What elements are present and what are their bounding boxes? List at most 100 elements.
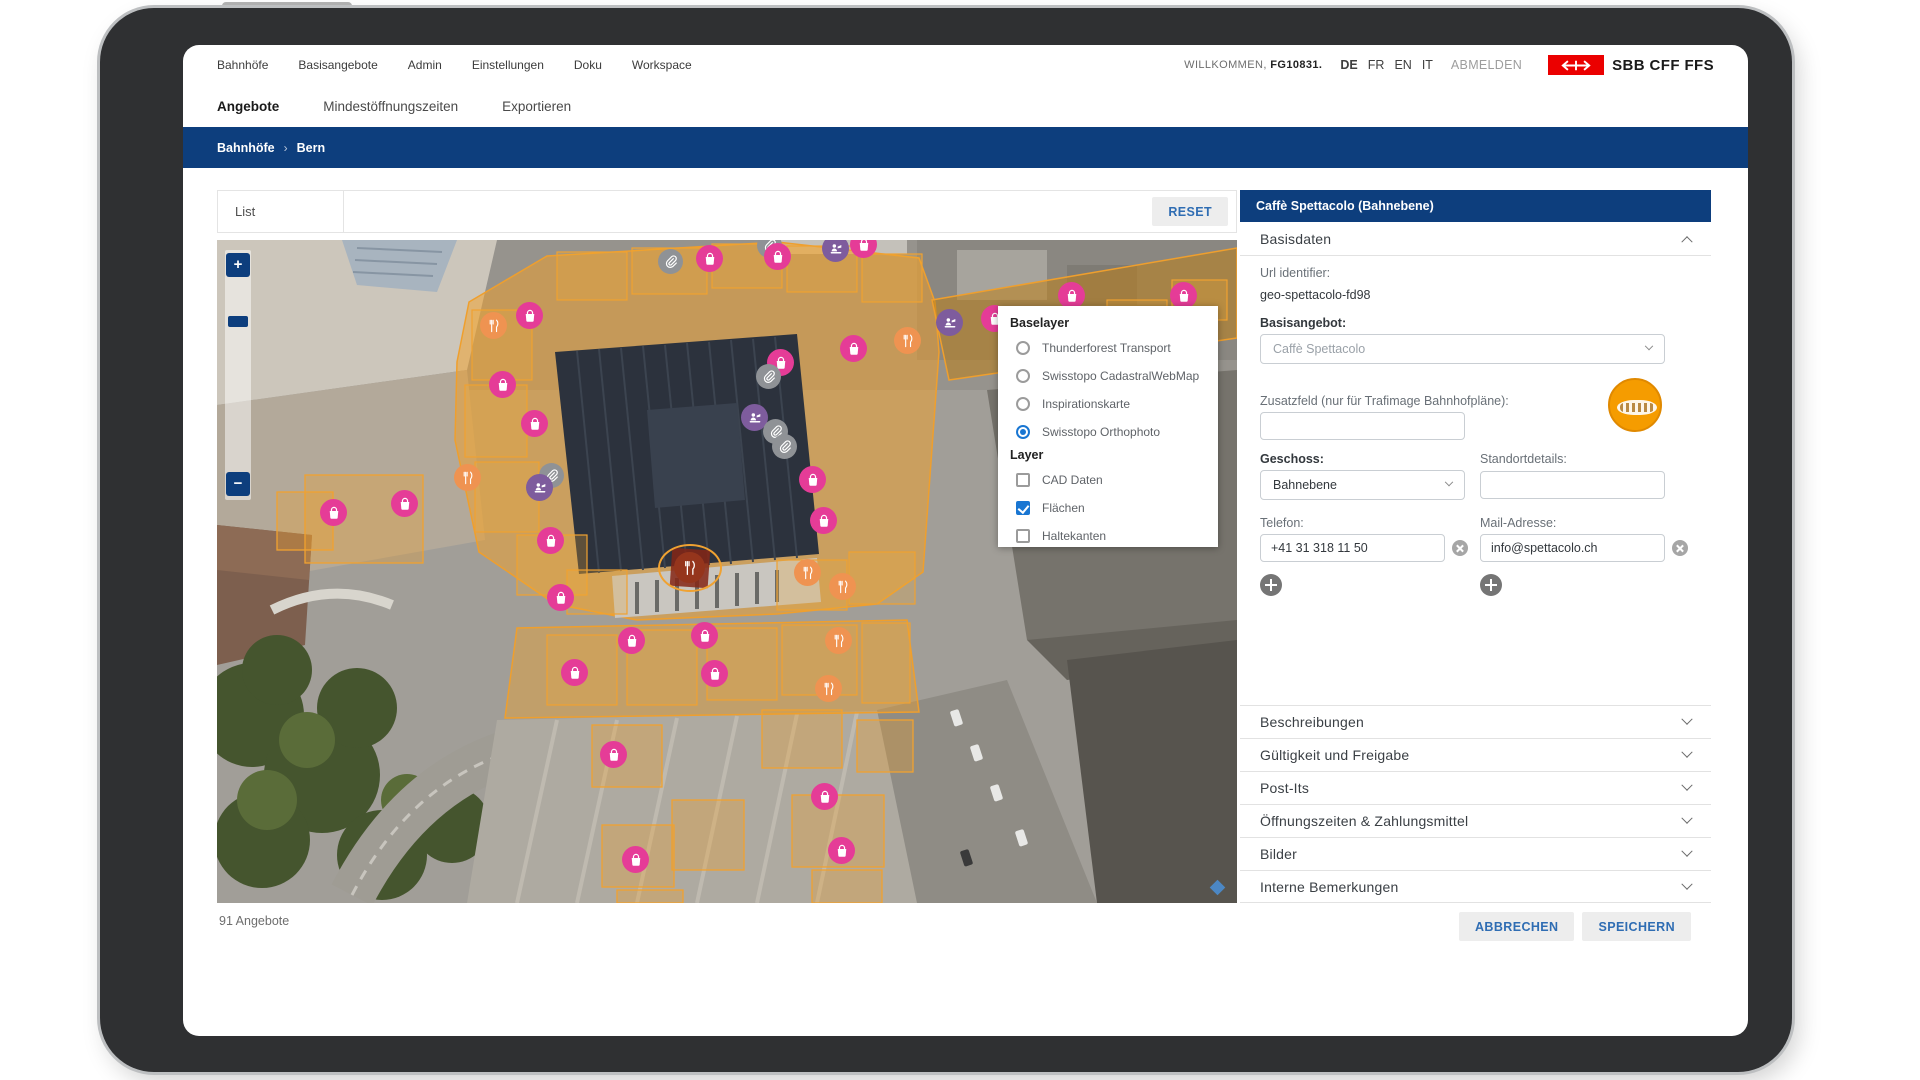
map-container: + − Baselayer Thunderforest Transport Sw… (217, 240, 1237, 903)
zoom-slider-handle[interactable] (228, 316, 248, 327)
section-beschreibungen[interactable]: Beschreibungen (1240, 705, 1711, 738)
section-post-its[interactable]: Post-Its (1240, 771, 1711, 804)
map-pin-shop[interactable] (764, 243, 791, 270)
reset-button[interactable]: RESET (1152, 197, 1228, 226)
map-pin-shop[interactable] (391, 490, 418, 517)
layer-option-haltekanten[interactable]: Haltekanten (1010, 522, 1206, 550)
section-basisdaten[interactable]: Basisdaten (1240, 222, 1711, 256)
map-pin-shop[interactable] (810, 507, 837, 534)
map-pin-gastro[interactable] (480, 312, 507, 339)
map-pin-shop[interactable] (561, 659, 588, 686)
map-pin-shop[interactable] (828, 837, 855, 864)
map-pin-shop[interactable] (320, 499, 347, 526)
map-pin-shop[interactable] (840, 335, 867, 362)
chevron-down-icon (1681, 714, 1692, 725)
lang-it[interactable]: IT (1422, 58, 1433, 72)
map-pin-gastro-selected[interactable] (674, 552, 705, 583)
map-pin-shop[interactable] (600, 741, 627, 768)
map-pin-shop[interactable] (489, 371, 516, 398)
chevron-down-icon (1681, 780, 1692, 791)
map-pin-clip[interactable] (658, 249, 683, 274)
geschoss-select[interactable]: Bahnebene (1260, 470, 1465, 500)
radio-selected-icon (1016, 425, 1030, 439)
detail-panel: Caffè Spettacolo (Bahnebene) Basisdaten … (1240, 190, 1711, 950)
chevron-down-icon (1681, 813, 1692, 824)
add-mail-button[interactable] (1480, 574, 1502, 596)
map-pin-shop[interactable] (701, 660, 728, 687)
map-pin-shop[interactable] (696, 245, 723, 272)
add-telefon-button[interactable] (1260, 574, 1282, 596)
map-pin-gastro[interactable] (794, 559, 821, 586)
list-header-bar: List RESET (217, 190, 1237, 233)
map-pin-clip[interactable] (772, 434, 797, 459)
mail-input[interactable] (1480, 534, 1665, 562)
baselayer-option-thunderforest[interactable]: Thunderforest Transport (1010, 334, 1206, 362)
basisangebot-select[interactable]: Caffè Spettacolo (1260, 334, 1665, 364)
nav-item-bahnhoefe[interactable]: Bahnhöfe (217, 58, 268, 72)
breadcrumb-bahnhoefe[interactable]: Bahnhöfe (217, 141, 275, 155)
map-pin-gastro[interactable] (829, 573, 856, 600)
clear-telefon-icon[interactable] (1452, 540, 1468, 556)
map-pin-gastro[interactable] (454, 464, 481, 491)
offer-count-label: 91 Angebote (219, 914, 289, 928)
nav-item-admin[interactable]: Admin (408, 58, 442, 72)
baselayer-option-orthophoto[interactable]: Swisstopo Orthophoto (1010, 418, 1206, 446)
nav-item-doku[interactable]: Doku (574, 58, 602, 72)
map-pin-service[interactable] (936, 309, 963, 336)
lang-en[interactable]: EN (1394, 58, 1411, 72)
basisangebot-label: Basisangebot: (1260, 316, 1346, 330)
logout-link[interactable]: ABMELDEN (1451, 58, 1522, 72)
zoom-in-button[interactable]: + (226, 253, 250, 277)
lang-fr[interactable]: FR (1368, 58, 1385, 72)
map-pin-shop[interactable] (799, 466, 826, 493)
cancel-button[interactable]: ABBRECHEN (1459, 912, 1574, 941)
zusatzfeld-input[interactable] (1260, 412, 1465, 440)
section-bilder[interactable]: Bilder (1240, 837, 1711, 870)
map-pin-shop[interactable] (850, 240, 877, 258)
clear-mail-icon[interactable] (1672, 540, 1688, 556)
telefon-input[interactable] (1260, 534, 1445, 562)
map-pin-shop[interactable] (521, 410, 548, 437)
nav-item-workspace[interactable]: Workspace (632, 58, 692, 72)
standortdetails-input[interactable] (1480, 471, 1665, 499)
map-pin-shop[interactable] (537, 527, 564, 554)
section-interne-bemerkungen[interactable]: Interne Bemerkungen (1240, 870, 1711, 903)
zoom-slider-track[interactable] (225, 250, 251, 500)
section-gueltigkeit-und-freigabe[interactable]: Gültigkeit und Freigabe (1240, 738, 1711, 771)
tab-exportieren[interactable]: Exportieren (502, 99, 571, 114)
layer-option-cad-daten[interactable]: CAD Daten (1010, 466, 1206, 494)
list-tab[interactable]: List (218, 191, 344, 232)
zoom-out-button[interactable]: − (226, 472, 250, 496)
nav-item-basisangebote[interactable]: Basisangebote (298, 58, 377, 72)
map-pin-shop[interactable] (811, 783, 838, 810)
tab-mindestoeffnungszeiten[interactable]: Mindestöffnungszeiten (323, 99, 458, 114)
map-pin-clip[interactable] (756, 364, 781, 389)
map-pin-shop[interactable] (516, 302, 543, 329)
top-nav: Bahnhöfe Basisangebote Admin Einstellung… (183, 45, 1748, 85)
map-pin-service[interactable] (526, 474, 553, 501)
baselayer-option-cadastral[interactable]: Swisstopo CadastralWebMap (1010, 362, 1206, 390)
welcome-text: WILLKOMMEN, FG10831. (1184, 59, 1322, 71)
map-pin-service[interactable] (822, 240, 849, 262)
radio-icon (1016, 341, 1030, 355)
map-pin-shop[interactable] (1058, 282, 1085, 309)
map-pin-shop[interactable] (691, 622, 718, 649)
page-background: Bahnhöfe Basisangebote Admin Einstellung… (0, 0, 1920, 1080)
map-pin-shop[interactable] (547, 584, 574, 611)
section-oeffnungszeiten-zahlungsmittel[interactable]: Öffnungszeiten & Zahlungsmittel (1240, 804, 1711, 837)
breadcrumb-bern[interactable]: Bern (297, 141, 325, 155)
map-pin-gastro[interactable] (825, 627, 852, 654)
tab-angebote[interactable]: Angebote (217, 99, 279, 114)
baselayer-option-inspirationskarte[interactable]: Inspirationskarte (1010, 390, 1206, 418)
map-pin-gastro[interactable] (815, 675, 842, 702)
map-pin-shop[interactable] (618, 627, 645, 654)
username: FG10831. (1270, 59, 1322, 71)
map-pin-gastro[interactable] (894, 327, 921, 354)
chevron-down-icon (1681, 747, 1692, 758)
lang-de[interactable]: DE (1340, 58, 1357, 72)
save-button[interactable]: SPEICHERN (1582, 912, 1691, 941)
nav-item-einstellungen[interactable]: Einstellungen (472, 58, 544, 72)
layer-option-flaechen[interactable]: Flächen (1010, 494, 1206, 522)
map-pin-shop[interactable] (622, 846, 649, 873)
map-pin-shop[interactable] (1170, 282, 1197, 309)
